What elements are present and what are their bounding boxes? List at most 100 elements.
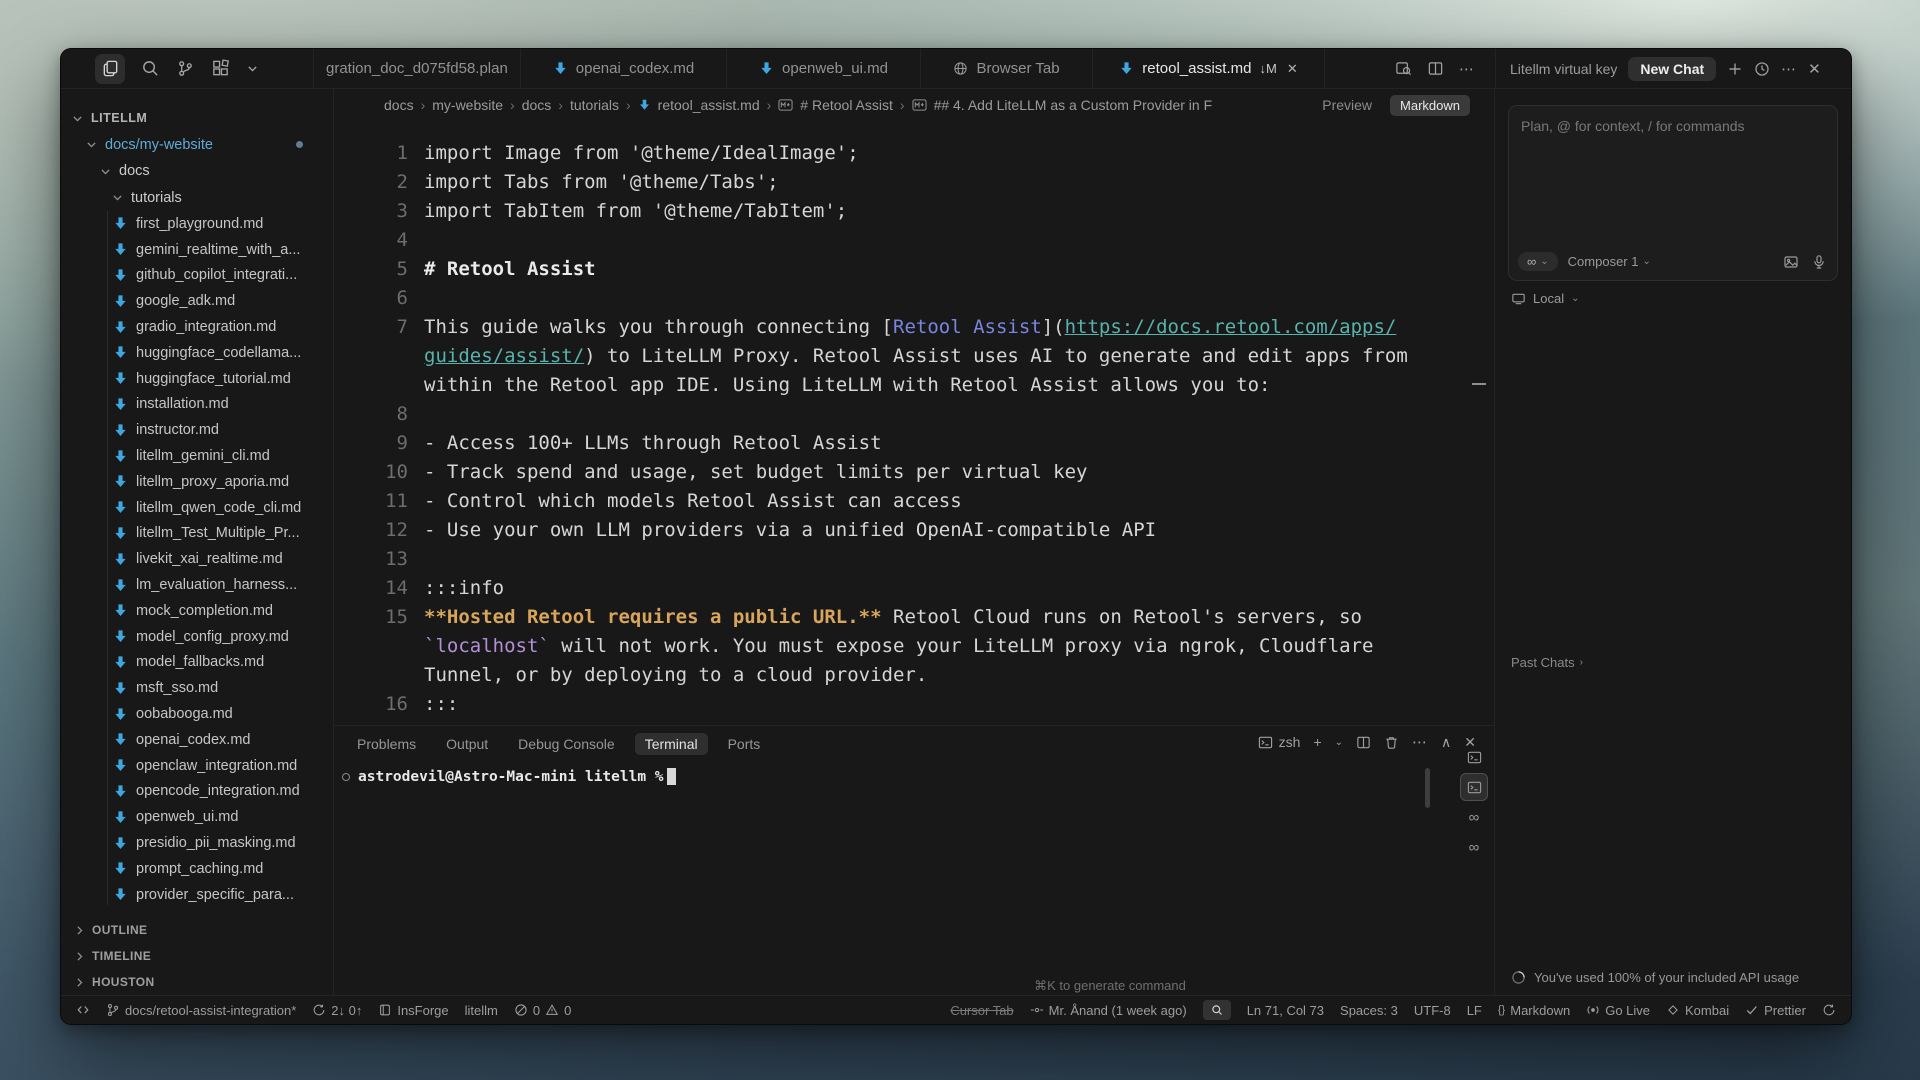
panel-tab-problems[interactable]: Problems bbox=[347, 733, 426, 755]
kombai[interactable]: Kombai bbox=[1666, 1003, 1729, 1018]
file-item[interactable]: litellm_gemini_cli.md bbox=[61, 443, 333, 469]
sidebar-folder-docs[interactable]: docs bbox=[61, 158, 333, 185]
file-item[interactable]: installation.md bbox=[61, 392, 333, 418]
breadcrumb-symbol[interactable]: ## 4. Add LiteLLM as a Custom Provider i… bbox=[934, 97, 1213, 113]
code-line[interactable]: 3import TabItem from '@theme/TabItem'; bbox=[334, 197, 1494, 226]
breadcrumb-item[interactable]: docs bbox=[384, 97, 414, 113]
sync-status[interactable]: 2↓ 0↑ bbox=[312, 1003, 362, 1018]
terminal-scrollbar[interactable] bbox=[1425, 768, 1430, 808]
chevron-down-icon[interactable]: ⌄ bbox=[1335, 737, 1343, 748]
code-line[interactable]: 12- Use your own LLM providers via a uni… bbox=[334, 516, 1494, 545]
breadcrumb-item[interactable]: my-website bbox=[432, 97, 503, 113]
agent-selector[interactable]: Composer 1 ⌄ bbox=[1568, 254, 1651, 269]
file-item[interactable]: livekit_xai_realtime.md bbox=[61, 546, 333, 572]
language-mode[interactable]: {} Markdown bbox=[1498, 1003, 1570, 1018]
open-preview-icon[interactable] bbox=[1395, 60, 1412, 77]
editor-tab[interactable]: Browser Tab bbox=[921, 49, 1093, 88]
panel-close-icon[interactable]: ✕ bbox=[1808, 60, 1821, 78]
panel-tab-ports[interactable]: Ports bbox=[718, 733, 771, 755]
chevron-down-icon[interactable] bbox=[246, 59, 259, 78]
file-item[interactable]: mock_completion.md bbox=[61, 598, 333, 624]
panel-tab-terminal[interactable]: Terminal bbox=[635, 733, 708, 755]
close-tab-icon[interactable]: ✕ bbox=[1287, 61, 1298, 77]
file-item[interactable]: huggingface_tutorial.md bbox=[61, 366, 333, 392]
git-branch-status[interactable]: docs/retool-assist-integration* bbox=[106, 1003, 296, 1018]
code-line[interactable]: Tunnel, or by deploying to a cloud provi… bbox=[334, 661, 1494, 690]
code-line[interactable]: `localhost` will not work. You must expo… bbox=[334, 632, 1494, 661]
sidebar-section[interactable]: TIMELINE bbox=[61, 943, 333, 969]
preview-label[interactable]: Preview bbox=[1322, 97, 1372, 113]
code-line[interactable]: 15**Hosted Retool requires a public URL.… bbox=[334, 603, 1494, 632]
terminal-session-icon[interactable] bbox=[1461, 744, 1487, 770]
split-terminal-icon[interactable] bbox=[1356, 735, 1371, 750]
cursor-tab-toggle[interactable]: Cursor Tab bbox=[950, 1003, 1013, 1018]
breadcrumb-file[interactable]: retool_assist.md bbox=[658, 97, 760, 113]
explorer-icon[interactable] bbox=[95, 54, 125, 84]
code-line[interactable]: 7This guide walks you through connecting… bbox=[334, 313, 1494, 342]
new-terminal-icon[interactable]: + bbox=[1313, 734, 1321, 750]
file-item[interactable]: first_playground.md bbox=[61, 211, 333, 237]
file-item[interactable]: openai_codex.md bbox=[61, 727, 333, 753]
history-icon[interactable] bbox=[1754, 61, 1770, 77]
code-line[interactable]: 14:::info bbox=[334, 574, 1494, 603]
sidebar-section[interactable]: OUTLINE bbox=[61, 917, 333, 943]
sidebar-folder-tutorials[interactable]: tutorials bbox=[61, 185, 333, 212]
code-line[interactable]: 16::: bbox=[334, 690, 1494, 719]
chat-composer[interactable]: Plan, @ for context, / for commands ∞ ⌄ … bbox=[1508, 105, 1838, 281]
file-item[interactable]: gradio_integration.md bbox=[61, 314, 333, 340]
editor-tab[interactable]: retool_assist.md↓M✕ bbox=[1093, 49, 1325, 88]
code-line[interactable]: 6 bbox=[334, 284, 1494, 313]
editor-tab[interactable]: openweb_ui.md bbox=[727, 49, 921, 88]
file-item[interactable]: huggingface_codellama... bbox=[61, 340, 333, 366]
panel-more-icon[interactable]: ⋯ bbox=[1781, 60, 1797, 78]
file-item[interactable]: openclaw_integration.md bbox=[61, 753, 333, 779]
insforge-status[interactable]: InsForge bbox=[378, 1003, 448, 1018]
prettier[interactable]: Prettier bbox=[1745, 1003, 1806, 1018]
code-line[interactable]: within the Retool app IDE. Using LiteLLM… bbox=[334, 371, 1494, 400]
source-control-icon[interactable] bbox=[176, 59, 195, 78]
sidebar-folder-my-website[interactable]: docs/my-website bbox=[61, 132, 333, 159]
file-item[interactable]: gemini_realtime_with_a... bbox=[61, 237, 333, 263]
new-chat-tab[interactable]: New Chat bbox=[1628, 57, 1716, 81]
file-item[interactable]: provider_specific_para... bbox=[61, 882, 333, 908]
search-chip[interactable] bbox=[1203, 1000, 1231, 1020]
encoding[interactable]: UTF-8 bbox=[1414, 1003, 1451, 1018]
file-item[interactable]: opencode_integration.md bbox=[61, 779, 333, 805]
add-chat-icon[interactable] bbox=[1727, 61, 1743, 77]
terminal-prompt[interactable]: astrodevil@Astro-Mac-mini litellm % bbox=[342, 768, 676, 785]
markdown-mode-badge[interactable]: Markdown bbox=[1390, 95, 1470, 116]
code-line[interactable]: 9- Access 100+ LLMs through Retool Assis… bbox=[334, 429, 1494, 458]
code-line[interactable]: 13 bbox=[334, 545, 1494, 574]
code-editor[interactable]: 1import Image from '@theme/IdealImage';2… bbox=[334, 121, 1494, 725]
file-item[interactable]: presidio_pii_masking.md bbox=[61, 830, 333, 856]
project-status[interactable]: litellm bbox=[465, 1003, 498, 1018]
eol[interactable]: LF bbox=[1467, 1003, 1482, 1018]
attach-image-icon[interactable] bbox=[1783, 254, 1799, 270]
sidebar-root[interactable]: LITELLM bbox=[61, 105, 333, 132]
extensions-icon[interactable] bbox=[211, 59, 230, 78]
file-item[interactable]: model_config_proxy.md bbox=[61, 624, 333, 650]
file-item[interactable]: model_fallbacks.md bbox=[61, 650, 333, 676]
file-item[interactable]: github_copilot_integrati... bbox=[61, 263, 333, 289]
file-item[interactable]: litellm_proxy_aporia.md bbox=[61, 469, 333, 495]
terminal-session-label[interactable]: zsh bbox=[1258, 734, 1301, 750]
breadcrumb-item[interactable]: tutorials bbox=[570, 97, 619, 113]
code-line[interactable]: 5# Retool Assist bbox=[334, 255, 1494, 284]
search-icon[interactable] bbox=[141, 59, 160, 78]
code-line[interactable]: 1import Image from '@theme/IdealImage'; bbox=[334, 139, 1494, 168]
indentation[interactable]: Spaces: 3 bbox=[1340, 1003, 1398, 1018]
local-selector[interactable]: Local ⌄ bbox=[1511, 291, 1579, 306]
agent-session-icon[interactable]: ∞ bbox=[1461, 834, 1487, 860]
more-actions-icon[interactable]: ⋯ bbox=[1459, 60, 1475, 78]
git-blame[interactable]: Mr. Ånand (1 week ago) bbox=[1030, 1003, 1187, 1018]
file-item[interactable]: litellm_qwen_code_cli.md bbox=[61, 495, 333, 521]
file-item[interactable]: instructor.md bbox=[61, 417, 333, 443]
file-item[interactable]: msft_sso.md bbox=[61, 675, 333, 701]
code-line[interactable]: 4 bbox=[334, 226, 1494, 255]
problems-status[interactable]: 0 0 bbox=[514, 1003, 571, 1018]
past-chats-link[interactable]: Past Chats › bbox=[1511, 655, 1583, 670]
agent-session-icon[interactable]: ∞ bbox=[1461, 804, 1487, 830]
code-line[interactable]: guides/assist/) to LiteLLM Proxy. Retool… bbox=[334, 342, 1494, 371]
file-item[interactable]: prompt_caching.md bbox=[61, 856, 333, 882]
file-item[interactable]: litellm_Test_Multiple_Pr... bbox=[61, 521, 333, 547]
